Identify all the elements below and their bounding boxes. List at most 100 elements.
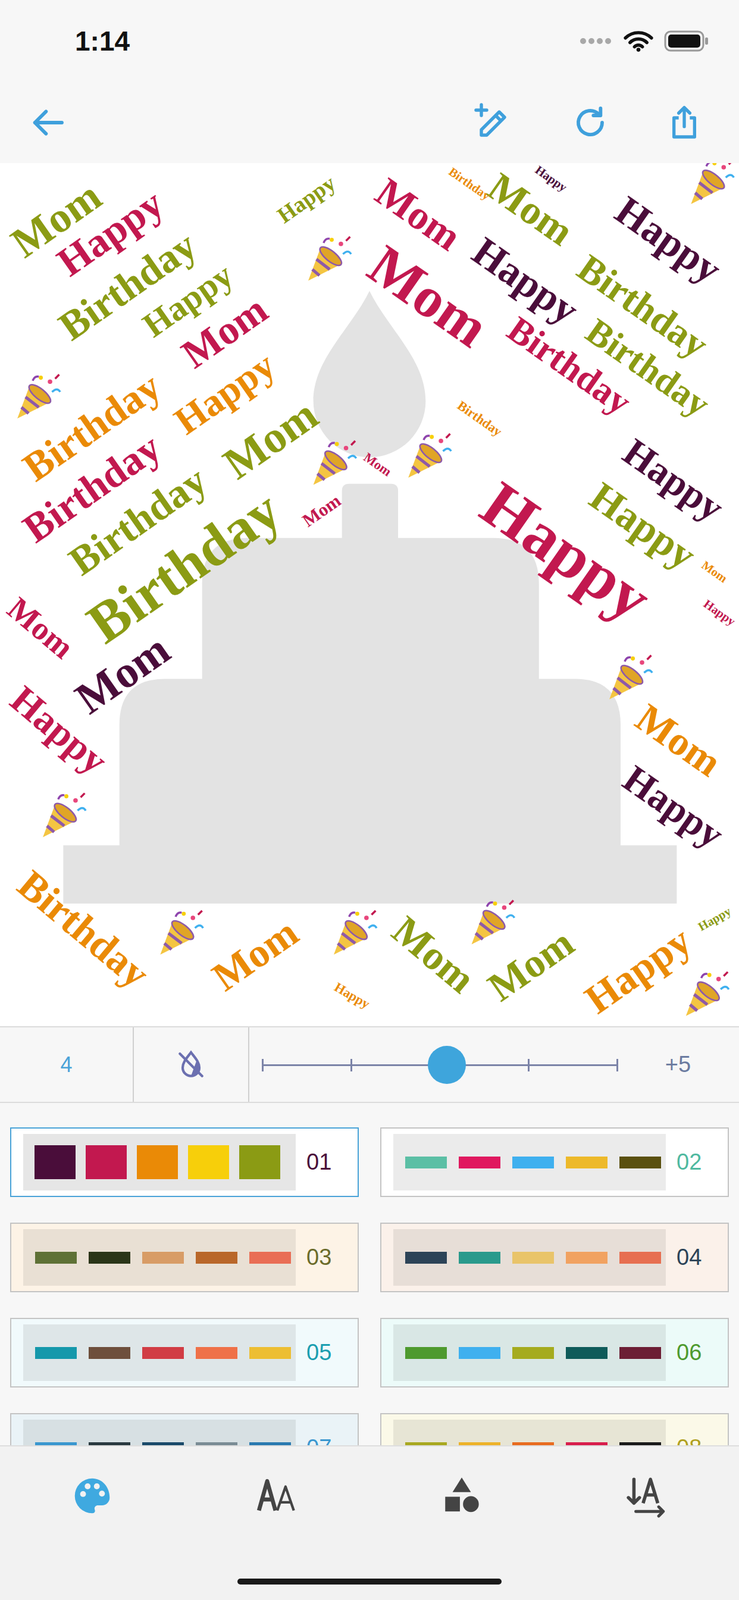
cloud-word: Happy — [272, 170, 341, 228]
color-swatch — [619, 1156, 662, 1169]
swatch-strip — [393, 1133, 666, 1191]
cloud-word: Mom — [383, 906, 485, 1002]
swatch-strip — [23, 1133, 296, 1191]
color-swatch — [249, 1251, 291, 1264]
cloud-word: Mom — [699, 558, 730, 585]
color-swatch — [35, 1346, 77, 1359]
tab-button[interactable] — [611, 1473, 683, 1518]
color-swatch — [458, 1156, 501, 1169]
color-swatch — [142, 1346, 184, 1359]
tab-button[interactable] — [241, 1473, 313, 1518]
back-arrow-icon[interactable] — [28, 103, 67, 142]
text-direction-icon — [624, 1473, 669, 1518]
battery-icon — [664, 30, 710, 52]
cloud-word: Mom — [479, 919, 582, 1010]
cloud-word: Mom — [66, 624, 179, 724]
color-swatch — [512, 1251, 554, 1264]
slider-tick — [261, 1058, 264, 1072]
palette-card[interactable]: 06 — [380, 1317, 729, 1387]
size-max: +5 — [617, 1051, 739, 1077]
party-popper-icon — [17, 374, 61, 419]
color-swatch — [565, 1156, 608, 1169]
party-popper-icon — [308, 236, 352, 281]
palette-list: 01 02 03 04 05 06 07 08 — [0, 1102, 739, 1445]
palette-number: 06 — [676, 1339, 702, 1365]
cloud-word: Happy — [332, 978, 373, 1011]
magic-pencil-icon[interactable] — [472, 101, 516, 144]
cloud-word: Mom — [298, 489, 346, 531]
cloud-word: Birthday — [578, 310, 718, 425]
cloud-word: Mom — [479, 163, 582, 255]
color-swatch — [88, 1346, 131, 1359]
palette-number: 07 — [306, 1434, 332, 1445]
palette-icon — [70, 1473, 115, 1518]
cloud-word: Happy — [696, 903, 735, 934]
slider-tick — [350, 1058, 353, 1072]
swatch-strip — [393, 1323, 666, 1381]
palette-card[interactable]: 05 — [10, 1317, 359, 1387]
color-swatch — [34, 1144, 76, 1179]
refresh-icon[interactable] — [571, 103, 610, 142]
swatch-strip — [393, 1228, 666, 1286]
color-swatch — [565, 1346, 608, 1359]
party-popper-icon — [408, 433, 452, 478]
color-swatch — [35, 1251, 77, 1264]
cloud-word: Happy — [2, 677, 117, 782]
palette-card[interactable]: 02 — [380, 1126, 729, 1197]
cloud-word: Happy — [576, 916, 700, 1022]
cloud-word: Mom — [214, 389, 327, 489]
color-swatch — [85, 1144, 127, 1179]
color-swatch — [512, 1156, 554, 1169]
status-icons — [579, 29, 710, 53]
party-popper-icon — [609, 655, 653, 700]
party-popper-icon — [686, 971, 729, 1016]
palette-card[interactable]: 07 — [10, 1412, 359, 1445]
cloud-word: Birthday — [8, 860, 158, 997]
palette-card[interactable]: 04 — [380, 1222, 729, 1292]
palette-card[interactable]: 01 — [10, 1126, 359, 1197]
cloud-word: Birthday — [75, 477, 292, 656]
palette-card[interactable]: 03 — [10, 1222, 359, 1292]
word-cloud-canvas: MomHappyBirthdayHappyMomHappyBirthdayBir… — [0, 163, 739, 1026]
size-control: 4+5 — [0, 1025, 739, 1103]
share-icon[interactable] — [665, 103, 704, 142]
color-swatch — [239, 1144, 281, 1179]
color-swatch — [188, 1144, 230, 1179]
color-swatch — [619, 1251, 662, 1264]
color-swatch — [249, 1346, 291, 1359]
party-popper-icon — [313, 440, 357, 485]
no-fill-icon — [174, 1047, 208, 1082]
swatch-strip — [23, 1323, 296, 1381]
color-swatch — [195, 1251, 238, 1264]
size-slider[interactable]: +5 — [249, 1026, 739, 1102]
color-swatch — [405, 1156, 447, 1169]
nav-actions — [472, 101, 704, 144]
color-swatch — [619, 1346, 662, 1359]
tab-button[interactable] — [426, 1473, 498, 1518]
slider-knob[interactable] — [427, 1045, 466, 1084]
palette-card[interactable]: 08 — [380, 1412, 729, 1445]
cloud-word: Birthday — [454, 397, 505, 440]
cloud-word: Birthday — [446, 164, 493, 204]
party-popper-icon — [42, 793, 86, 838]
cloud-word: Mom — [361, 449, 395, 479]
party-popper-icon — [690, 163, 734, 205]
app-screen: 1:14MomHappyBirthdayHappyMomHappyBirthda… — [0, 0, 739, 1600]
cloud-word: Happy — [615, 756, 732, 856]
tab-button[interactable] — [56, 1473, 128, 1518]
color-swatch — [195, 1346, 238, 1359]
shapes-icon — [439, 1473, 484, 1518]
palette-number: 03 — [306, 1244, 332, 1270]
cloud-word: Mom — [204, 909, 307, 1000]
slider-tick — [527, 1058, 530, 1072]
slider-track — [262, 1045, 618, 1084]
wifi-icon — [623, 29, 654, 53]
home-indicator — [237, 1577, 502, 1584]
swatch-strip — [23, 1228, 296, 1286]
palette-number: 01 — [306, 1148, 332, 1175]
word-cloud: MomHappyBirthdayHappyMomHappyBirthdayBir… — [0, 163, 739, 1026]
color-toggle[interactable] — [133, 1026, 250, 1102]
palette-number: 08 — [676, 1434, 702, 1445]
party-popper-icon — [471, 900, 515, 945]
party-popper-icon — [160, 910, 203, 955]
